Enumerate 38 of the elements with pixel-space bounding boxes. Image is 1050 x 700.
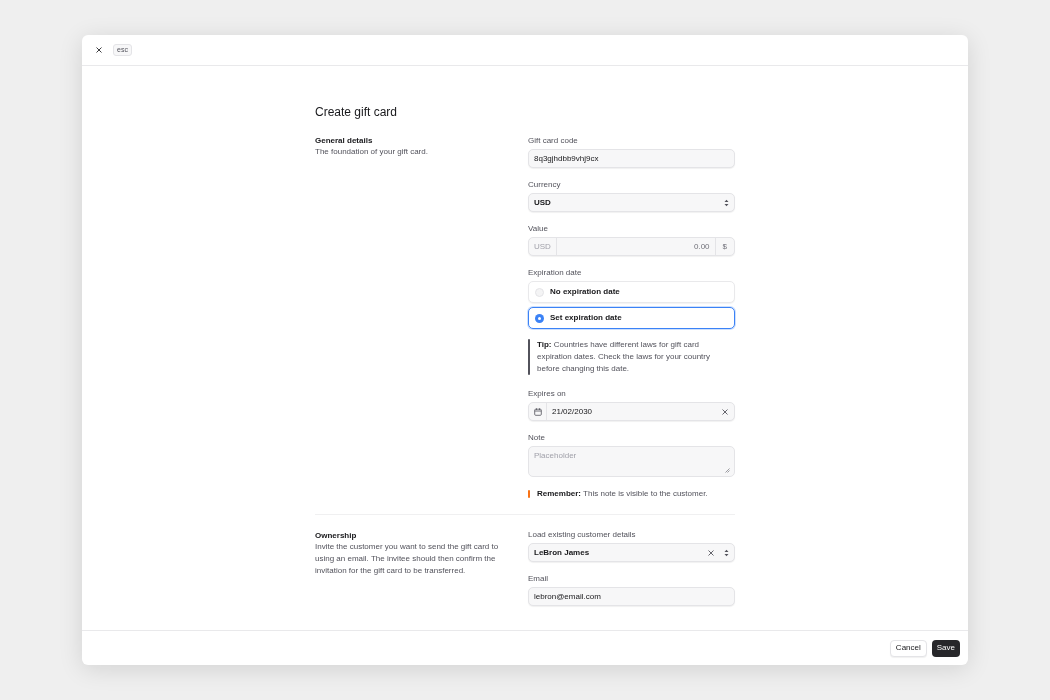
value-field[interactable]: USD 0.00 $ <box>528 237 735 256</box>
save-button[interactable]: Save <box>931 639 960 657</box>
date-value: 21/02/2030 <box>551 405 594 418</box>
calendar-icon <box>533 407 542 416</box>
clear-icon[interactable] <box>722 408 728 415</box>
field-label: Email <box>528 573 549 584</box>
field-label: Expires on <box>528 388 567 399</box>
remember-text: Remember: This note is visible to the customer. <box>537 488 708 500</box>
date-field[interactable]: 21/02/2030 <box>528 402 735 421</box>
field-label: Load existing customer details <box>528 529 637 540</box>
radio-button[interactable] <box>535 313 544 323</box>
resize-handle-icon[interactable] <box>725 468 730 473</box>
section-description: Invite the customer you want to send the gift card to using an email. The invitee should then confirm the invitation for the gift card to be transferred. <box>315 541 500 577</box>
currency-prefix: USD <box>529 238 557 255</box>
field-label: Currency <box>528 179 562 190</box>
field-label: Gift card code <box>528 135 579 146</box>
tip-text: Tip: Countries have different laws for gift card expiration dates. Check the laws for your country before changing this date. <box>537 339 711 375</box>
field-label: Value <box>528 223 549 234</box>
close-icon[interactable] <box>96 47 102 53</box>
currency-suffix: $ <box>714 238 734 255</box>
page-title: Create gift card <box>315 104 399 120</box>
section-heading: Ownership <box>315 530 358 541</box>
currency-select[interactable]: USD <box>528 193 735 212</box>
radio-option[interactable]: Set expiration date <box>528 307 735 329</box>
sort-icon <box>724 198 729 207</box>
amount-value: 0.00 <box>692 240 711 253</box>
field-label: Note <box>528 432 546 443</box>
email-field[interactable]: lebron@email.com <box>528 587 735 606</box>
field-label: Expiration date <box>528 267 583 278</box>
customer-select[interactable]: LeBron James <box>528 543 735 562</box>
sort-icon <box>724 548 729 557</box>
gift-card-code-field[interactable]: 8q3gjhdbb9vhj9cx <box>528 149 735 168</box>
section-heading: General details <box>315 135 374 146</box>
cancel-button[interactable]: Cancel <box>889 639 927 657</box>
note-field[interactable]: Placeholder <box>528 446 735 477</box>
clear-icon[interactable] <box>708 549 714 556</box>
section-description: The foundation of your gift card. <box>315 146 429 158</box>
radio-option[interactable]: No expiration date <box>528 281 735 303</box>
